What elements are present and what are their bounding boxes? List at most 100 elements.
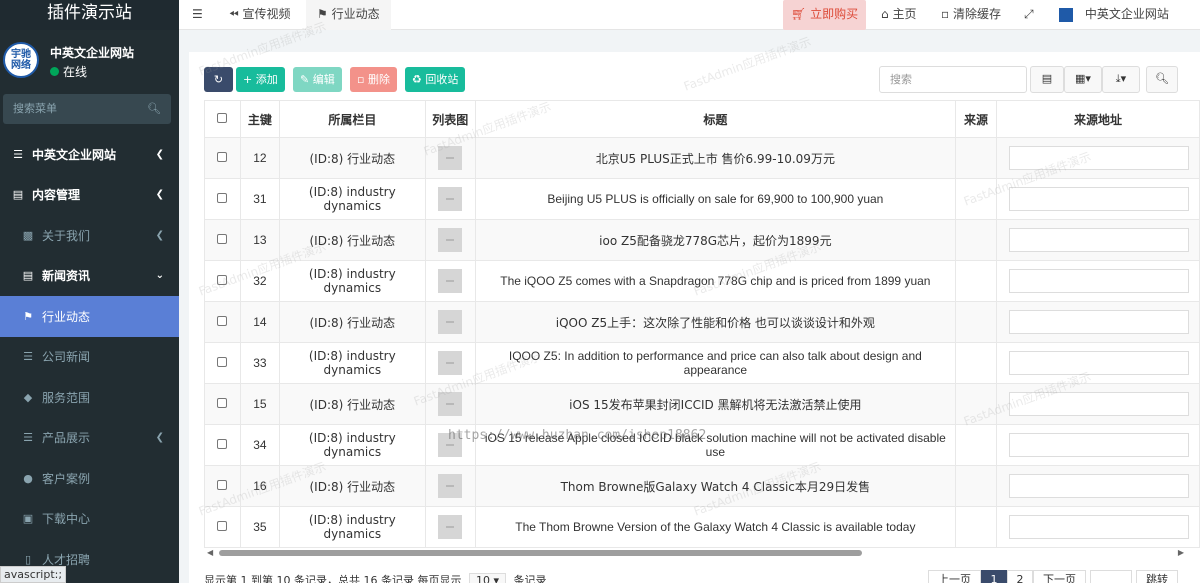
- cell-image[interactable]: [424, 383, 476, 425]
- row-checkbox[interactable]: [204, 424, 241, 466]
- table-row[interactable]: 16 (ID:8) 行业动态 Thom Browne版Galaxy Watch …: [204, 465, 1200, 507]
- refresh-button[interactable]: ↻: [204, 67, 233, 92]
- sidebar-item-services[interactable]: ◆ 服务范围: [0, 377, 179, 418]
- edit-button[interactable]: ✎ 编辑: [293, 67, 342, 92]
- source-url-input[interactable]: [1008, 187, 1189, 211]
- menu-toggle-icon[interactable]: ☰: [192, 0, 203, 30]
- next-page-button[interactable]: 下一页: [1033, 570, 1086, 583]
- sidebar-search-input[interactable]: 搜索菜单 🔍︎: [3, 94, 171, 124]
- source-url-input[interactable]: [1008, 474, 1189, 498]
- cell-category: (ID:8) industry dynamics: [278, 424, 426, 466]
- row-checkbox[interactable]: [204, 383, 241, 425]
- search-icon[interactable]: 🔍︎: [147, 94, 161, 124]
- buy-button[interactable]: 🛒︎ 立即购买: [783, 0, 867, 30]
- sidebar-item-news[interactable]: ▤ 新闻资讯 ⌄: [0, 256, 179, 297]
- avatar: 宇驰 网络: [3, 42, 39, 78]
- image-placeholder-icon[interactable]: [438, 269, 463, 293]
- row-checkbox[interactable]: [204, 465, 241, 507]
- row-checkbox[interactable]: [204, 301, 241, 343]
- table-search-input[interactable]: 搜索: [879, 66, 1027, 93]
- toggle-view-button[interactable]: ▤: [1030, 66, 1064, 93]
- image-placeholder-icon[interactable]: [438, 187, 463, 211]
- app-title[interactable]: 插件演示站: [0, 0, 179, 30]
- row-checkbox[interactable]: [204, 260, 241, 302]
- source-url-input[interactable]: [1008, 392, 1189, 416]
- image-placeholder-icon[interactable]: [438, 515, 463, 539]
- image-placeholder-icon[interactable]: [438, 392, 463, 416]
- cell-image[interactable]: [424, 301, 476, 343]
- row-checkbox[interactable]: [204, 342, 241, 384]
- source-url-input[interactable]: [1008, 433, 1189, 457]
- table-row[interactable]: 12 (ID:8) 行业动态 北京U5 PLUS正式上市 售价6.99-10.0…: [204, 137, 1200, 179]
- image-placeholder-icon[interactable]: [438, 228, 463, 252]
- row-checkbox[interactable]: [204, 219, 241, 261]
- cell-image[interactable]: [424, 260, 476, 302]
- cell-image[interactable]: [424, 219, 476, 261]
- trash-icon: ▫: [357, 73, 365, 86]
- row-checkbox[interactable]: [204, 178, 241, 220]
- search-toggle-button[interactable]: 🔍︎: [1146, 66, 1178, 93]
- export-dropdown-button[interactable]: ⤓▾: [1102, 66, 1140, 93]
- source-url-input[interactable]: [1008, 228, 1189, 252]
- cell-image[interactable]: [424, 506, 476, 548]
- row-checkbox[interactable]: [204, 506, 241, 548]
- col-header-title[interactable]: 标题: [474, 100, 957, 138]
- table-row[interactable]: 35 (ID:8) industry dynamics The Thom Bro…: [204, 506, 1200, 548]
- image-placeholder-icon[interactable]: [438, 351, 463, 375]
- sidebar: 插件演示站 宇驰 网络 中英文企业网站 在线 搜索菜单 🔍︎ ☰ 中英文企业网站…: [0, 0, 179, 583]
- sidebar-item-about[interactable]: ▩ 关于我们 ❮: [0, 215, 179, 256]
- page-2-button[interactable]: 2: [1007, 570, 1033, 583]
- source-url-input[interactable]: [1008, 146, 1189, 170]
- tab-industry[interactable]: ⚑ 行业动态: [306, 0, 391, 30]
- table-row[interactable]: 32 (ID:8) industry dynamics The iQOO Z5 …: [204, 260, 1200, 302]
- col-header-id[interactable]: 主键: [239, 100, 280, 138]
- row-checkbox[interactable]: [204, 137, 241, 179]
- delete-button[interactable]: ▫ 删除: [350, 67, 397, 92]
- columns-dropdown-button[interactable]: ▦▾: [1064, 66, 1102, 93]
- sidebar-item-downloads[interactable]: ▣ 下载中心: [0, 499, 179, 540]
- cell-title: 北京U5 PLUS正式上市 售价6.99-10.09万元: [474, 137, 957, 179]
- recycle-bin-button[interactable]: ♻ 回收站: [405, 67, 466, 92]
- clear-cache-button[interactable]: ▫ 清除缓存: [941, 0, 1001, 30]
- table-row[interactable]: 13 (ID:8) 行业动态 ioo Z5配备骁龙778G芯片，起价为1899元: [204, 219, 1200, 261]
- image-placeholder-icon[interactable]: [438, 310, 463, 334]
- jump-page-input[interactable]: [1090, 570, 1132, 583]
- image-placeholder-icon[interactable]: [438, 474, 463, 498]
- scroll-right-icon[interactable]: ▶: [1178, 548, 1184, 557]
- scrollbar-thumb[interactable]: [219, 550, 862, 556]
- select-all-checkbox[interactable]: [204, 100, 241, 138]
- cell-image[interactable]: [424, 342, 476, 384]
- col-header-category[interactable]: 所属栏目: [278, 100, 426, 138]
- cell-image[interactable]: [424, 137, 476, 179]
- source-url-input[interactable]: [1008, 515, 1189, 539]
- source-url-input[interactable]: [1008, 351, 1189, 375]
- sidebar-item-industry[interactable]: ⚑ 行业动态: [0, 296, 179, 337]
- source-url-input[interactable]: [1008, 310, 1189, 334]
- add-button[interactable]: + 添加: [236, 67, 285, 92]
- cell-image[interactable]: [424, 465, 476, 507]
- scroll-left-icon[interactable]: ◀: [207, 548, 213, 557]
- horizontal-scrollbar[interactable]: ◀ ▶: [204, 547, 1184, 559]
- sidebar-item-site[interactable]: ☰ 中英文企业网站 ❮: [0, 134, 179, 175]
- cell-title: Beijing U5 PLUS is officially on sale fo…: [474, 178, 957, 220]
- sidebar-item-company-news[interactable]: ☰ 公司新闻: [0, 337, 179, 378]
- table-row[interactable]: 33 (ID:8) industry dynamics IQOO Z5: In …: [204, 342, 1200, 384]
- page-size-select[interactable]: 10 ▾: [468, 573, 506, 583]
- home-link[interactable]: ⌂ 主页: [881, 0, 916, 30]
- sidebar-item-content[interactable]: ▤ 内容管理 ❮: [0, 175, 179, 216]
- sidebar-item-cases[interactable]: ● 客户案例: [0, 458, 179, 499]
- tab-video[interactable]: ⏪︎ 宣传视频: [229, 0, 290, 30]
- table-row[interactable]: 31 (ID:8) industry dynamics Beijing U5 P…: [204, 178, 1200, 220]
- source-url-input[interactable]: [1008, 269, 1189, 293]
- fullscreen-icon[interactable]: ⤢: [1024, 0, 1034, 30]
- table-row[interactable]: 15 (ID:8) 行业动态 iOS 15发布苹果封闭ICCID 黑解机将无法激…: [204, 383, 1200, 425]
- image-placeholder-icon[interactable]: [438, 146, 463, 170]
- cell-category: (ID:8) industry dynamics: [278, 342, 426, 384]
- cell-image[interactable]: [424, 178, 476, 220]
- page-1-button[interactable]: 1: [981, 570, 1007, 583]
- jump-button[interactable]: 跳转: [1136, 570, 1178, 583]
- table-row[interactable]: 14 (ID:8) 行业动态 iQOO Z5上手：这次除了性能和价格 也可以谈谈…: [204, 301, 1200, 343]
- sidebar-item-products[interactable]: ☰ 产品展示 ❮: [0, 418, 179, 459]
- site-link[interactable]: 中英文企业网站: [1059, 0, 1169, 30]
- prev-page-button[interactable]: 上一页: [928, 570, 981, 583]
